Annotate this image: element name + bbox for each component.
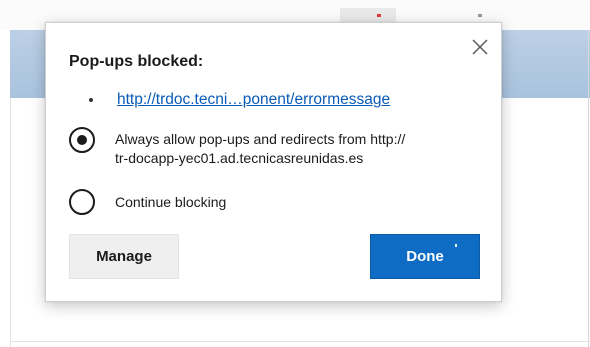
- page-border-bottom: [10, 341, 590, 342]
- toolbar-tab[interactable]: [340, 8, 396, 22]
- radio-always-allow[interactable]: [69, 127, 95, 153]
- page-border-right: [588, 30, 589, 347]
- toolbar-dot: [478, 14, 482, 17]
- done-button[interactable]: Done: [370, 234, 480, 279]
- toolbar-indicator: [377, 14, 381, 17]
- radio-selected-dot: [77, 135, 87, 145]
- blocked-popup-link[interactable]: http://trdoc.tecni…ponent/errormessage: [117, 91, 390, 109]
- done-button-mark: [455, 244, 457, 247]
- popups-blocked-flyout: Pop-ups blocked: http://trdoc.tecni…pone…: [45, 22, 502, 302]
- list-bullet: [89, 98, 93, 102]
- option-always-allow-label: Always allow pop-ups and redirects from …: [115, 130, 495, 168]
- option-always-allow-label-line2: tr-docapp-yec01.ad.tecnicasreunidas.es: [115, 150, 364, 166]
- page-border-left: [10, 98, 11, 347]
- option-continue-blocking-label: Continue blocking: [115, 194, 227, 210]
- manage-button[interactable]: Manage: [69, 234, 179, 279]
- option-always-allow-label-line1: Always allow pop-ups and redirects from …: [115, 131, 406, 147]
- done-button-label: Done: [406, 248, 444, 265]
- close-icon[interactable]: [468, 35, 492, 59]
- flyout-title: Pop-ups blocked:: [69, 53, 204, 70]
- radio-continue-blocking[interactable]: [69, 189, 95, 215]
- browser-window: Pop-ups blocked: http://trdoc.tecni…pone…: [0, 0, 590, 347]
